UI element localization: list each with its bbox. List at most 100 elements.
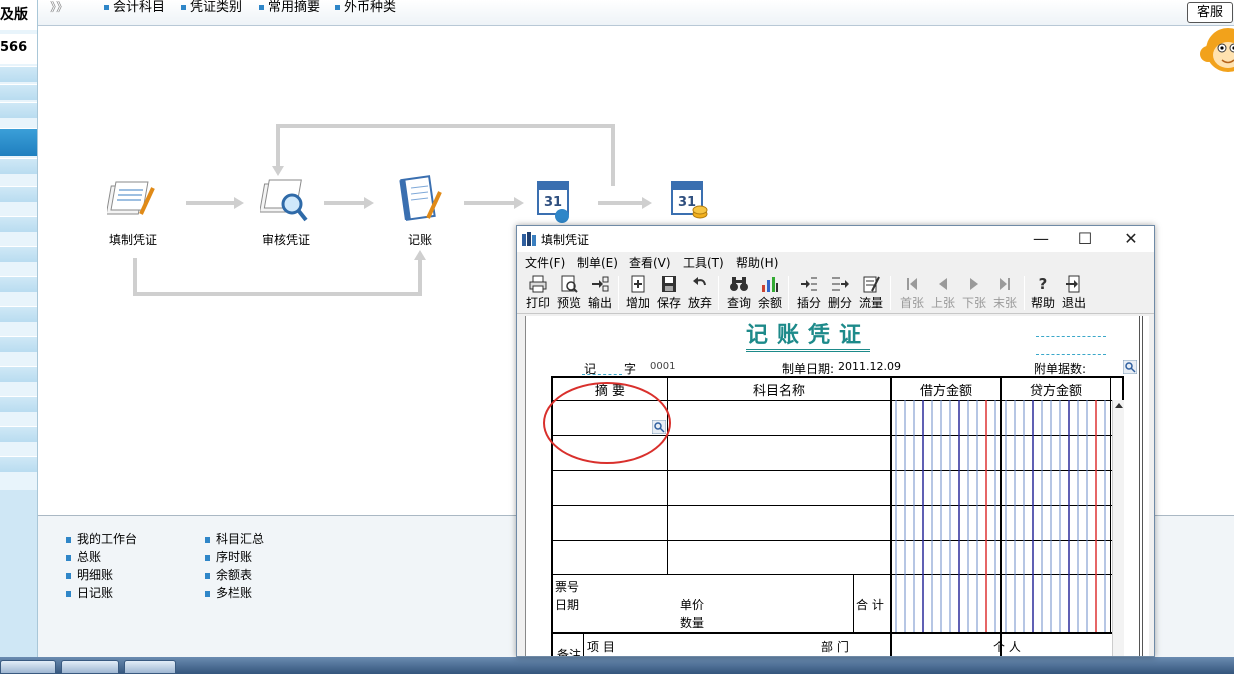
balance-button[interactable]: 余额 [755, 275, 785, 311]
books-icon [522, 232, 536, 246]
grid-scrollbar[interactable] [1112, 400, 1125, 656]
export-icon [592, 276, 609, 292]
flow-node-post-ledger[interactable]: 记账 [380, 174, 460, 248]
menu-edit[interactable]: 制单(E) [577, 254, 618, 271]
nav-link-common-summaries[interactable]: 常用摘要 [259, 0, 320, 15]
taskbar-start-button[interactable] [0, 660, 56, 674]
sidebar-item[interactable] [0, 366, 37, 382]
sidebar-item[interactable] [0, 216, 37, 232]
first-icon [907, 278, 917, 290]
discard-button[interactable]: 放弃 [685, 275, 715, 311]
flow-node-fill-voucher[interactable]: 填制凭证 [93, 176, 173, 248]
account-code: 566 [0, 34, 37, 64]
link-multi-column-ledger[interactable]: 多栏账 [205, 584, 252, 601]
menu-file[interactable]: 文件(F) [525, 254, 565, 271]
sidebar-item[interactable] [0, 396, 37, 412]
help-button[interactable]: ? 帮助 [1028, 275, 1058, 311]
col-credit-amount: 贷方金额 [1029, 384, 1082, 399]
sidebar-item[interactable] [0, 186, 37, 202]
delete-entry-button[interactable]: 删分 [825, 275, 855, 311]
query-button[interactable]: 查询 [724, 275, 754, 311]
preview-button[interactable]: 预览 [554, 275, 584, 311]
taskbar-app-button[interactable] [124, 660, 176, 674]
save-icon [662, 276, 676, 292]
remark-label: 备注 [557, 648, 582, 657]
sidebar-item[interactable] [0, 426, 37, 442]
sidebar-item[interactable] [0, 276, 37, 292]
sidebar-item[interactable] [0, 158, 37, 174]
bullet-icon [181, 5, 186, 10]
svg-text:31: 31 [678, 195, 696, 210]
highlight-circle [543, 382, 671, 464]
voucher-date[interactable]: 2011.12.09 [838, 360, 901, 373]
link-my-workbench[interactable]: 我的工作台 [66, 530, 137, 547]
sidebar-item[interactable] [0, 102, 37, 118]
unit-price-label: 单价 [680, 598, 705, 612]
grid-line [853, 574, 854, 632]
link-balance-sheet[interactable]: 余额表 [205, 566, 252, 583]
flow-node-review-voucher[interactable]: 审核凭证 [246, 176, 326, 248]
link-general-ledger[interactable]: 总账 [66, 548, 101, 565]
save-button[interactable]: 保存 [654, 275, 684, 311]
sidebar-item[interactable] [0, 84, 37, 100]
menu-help[interactable]: 帮助(H) [736, 254, 778, 271]
menu-tools[interactable]: 工具(T) [683, 254, 724, 271]
bullet-icon [66, 572, 71, 579]
dashed-line [1036, 336, 1106, 337]
toolbar-separator [1024, 276, 1025, 310]
grid-line [583, 634, 584, 656]
scroll-up-icon[interactable] [1113, 400, 1125, 412]
flow-node-month-end[interactable]: 31 [514, 174, 594, 229]
prev-icon [939, 278, 947, 290]
sidebar-item[interactable] [0, 246, 37, 262]
customer-service-button[interactable]: 客服 [1187, 2, 1233, 23]
voucher-paper: 记账凭证 记 字 0001 制单日期: 2011.12.09 附单据数: 摘 要… [525, 316, 1149, 657]
link-account-summary[interactable]: 科目汇总 [205, 530, 264, 547]
toolbar-separator [718, 276, 719, 310]
cashflow-button[interactable]: 流量 [856, 275, 886, 311]
export-button[interactable]: 输出 [585, 275, 615, 311]
col-account-name: 科目名称 [752, 384, 805, 399]
maximize-icon[interactable]: ☐ [1071, 229, 1099, 249]
print-button[interactable]: 打印 [523, 275, 553, 311]
link-detail-ledger[interactable]: 明细账 [66, 566, 113, 583]
sidebar-item[interactable] [0, 306, 37, 322]
collapse-arrows-icon[interactable]: 》》 [50, 0, 68, 15]
bullet-icon [205, 572, 210, 579]
insert-entry-button[interactable]: 插分 [794, 275, 824, 311]
nav-link-currencies[interactable]: 外币种类 [335, 0, 396, 15]
first-voucher-button[interactable]: 首张 [897, 275, 927, 311]
bullet-icon [66, 554, 71, 561]
ledger-pen-icon [399, 175, 442, 221]
nav-link-voucher-types[interactable]: 凭证类别 [181, 0, 242, 15]
voucher-title: 记账凭证 [746, 323, 871, 352]
sidebar-item[interactable] [0, 336, 37, 352]
attachments-search-icon[interactable] [1123, 360, 1137, 374]
nav-link-accounts[interactable]: 会计科目 [104, 0, 165, 15]
next-voucher-button[interactable]: 下张 [959, 275, 989, 311]
last-voucher-button[interactable]: 末张 [990, 275, 1020, 311]
minimize-icon[interactable]: — [1027, 229, 1055, 249]
bullet-icon [335, 5, 340, 10]
flow-node-closing[interactable]: 31 [648, 174, 728, 229]
sidebar-item[interactable] [0, 66, 37, 82]
sidebar-item[interactable] [0, 456, 37, 472]
taskbar-app-button[interactable] [61, 660, 119, 674]
window-title-bar[interactable]: 填制凭证 — ☐ ✕ [517, 226, 1154, 252]
link-journal[interactable]: 日记账 [66, 584, 113, 601]
sidebar-item-selected[interactable] [0, 128, 37, 156]
window-title: 填制凭证 [541, 233, 590, 247]
link-chronological-ledger[interactable]: 序时账 [205, 548, 252, 565]
bullet-icon [66, 536, 71, 543]
previous-voucher-button[interactable]: 上张 [928, 275, 958, 311]
menu-view[interactable]: 查看(V) [629, 254, 671, 271]
calendar-month-end-icon: 31 [537, 181, 569, 223]
exit-button[interactable]: 退出 [1059, 275, 1089, 311]
insert-row-icon [801, 277, 817, 291]
close-icon[interactable]: ✕ [1117, 229, 1145, 249]
add-button[interactable]: 增加 [623, 275, 653, 311]
calendar-coins-icon: 31 [671, 181, 708, 219]
voucher-number[interactable]: 0001 [650, 361, 675, 372]
project-label: 项 目 [587, 640, 615, 654]
grid-line [553, 632, 1123, 634]
